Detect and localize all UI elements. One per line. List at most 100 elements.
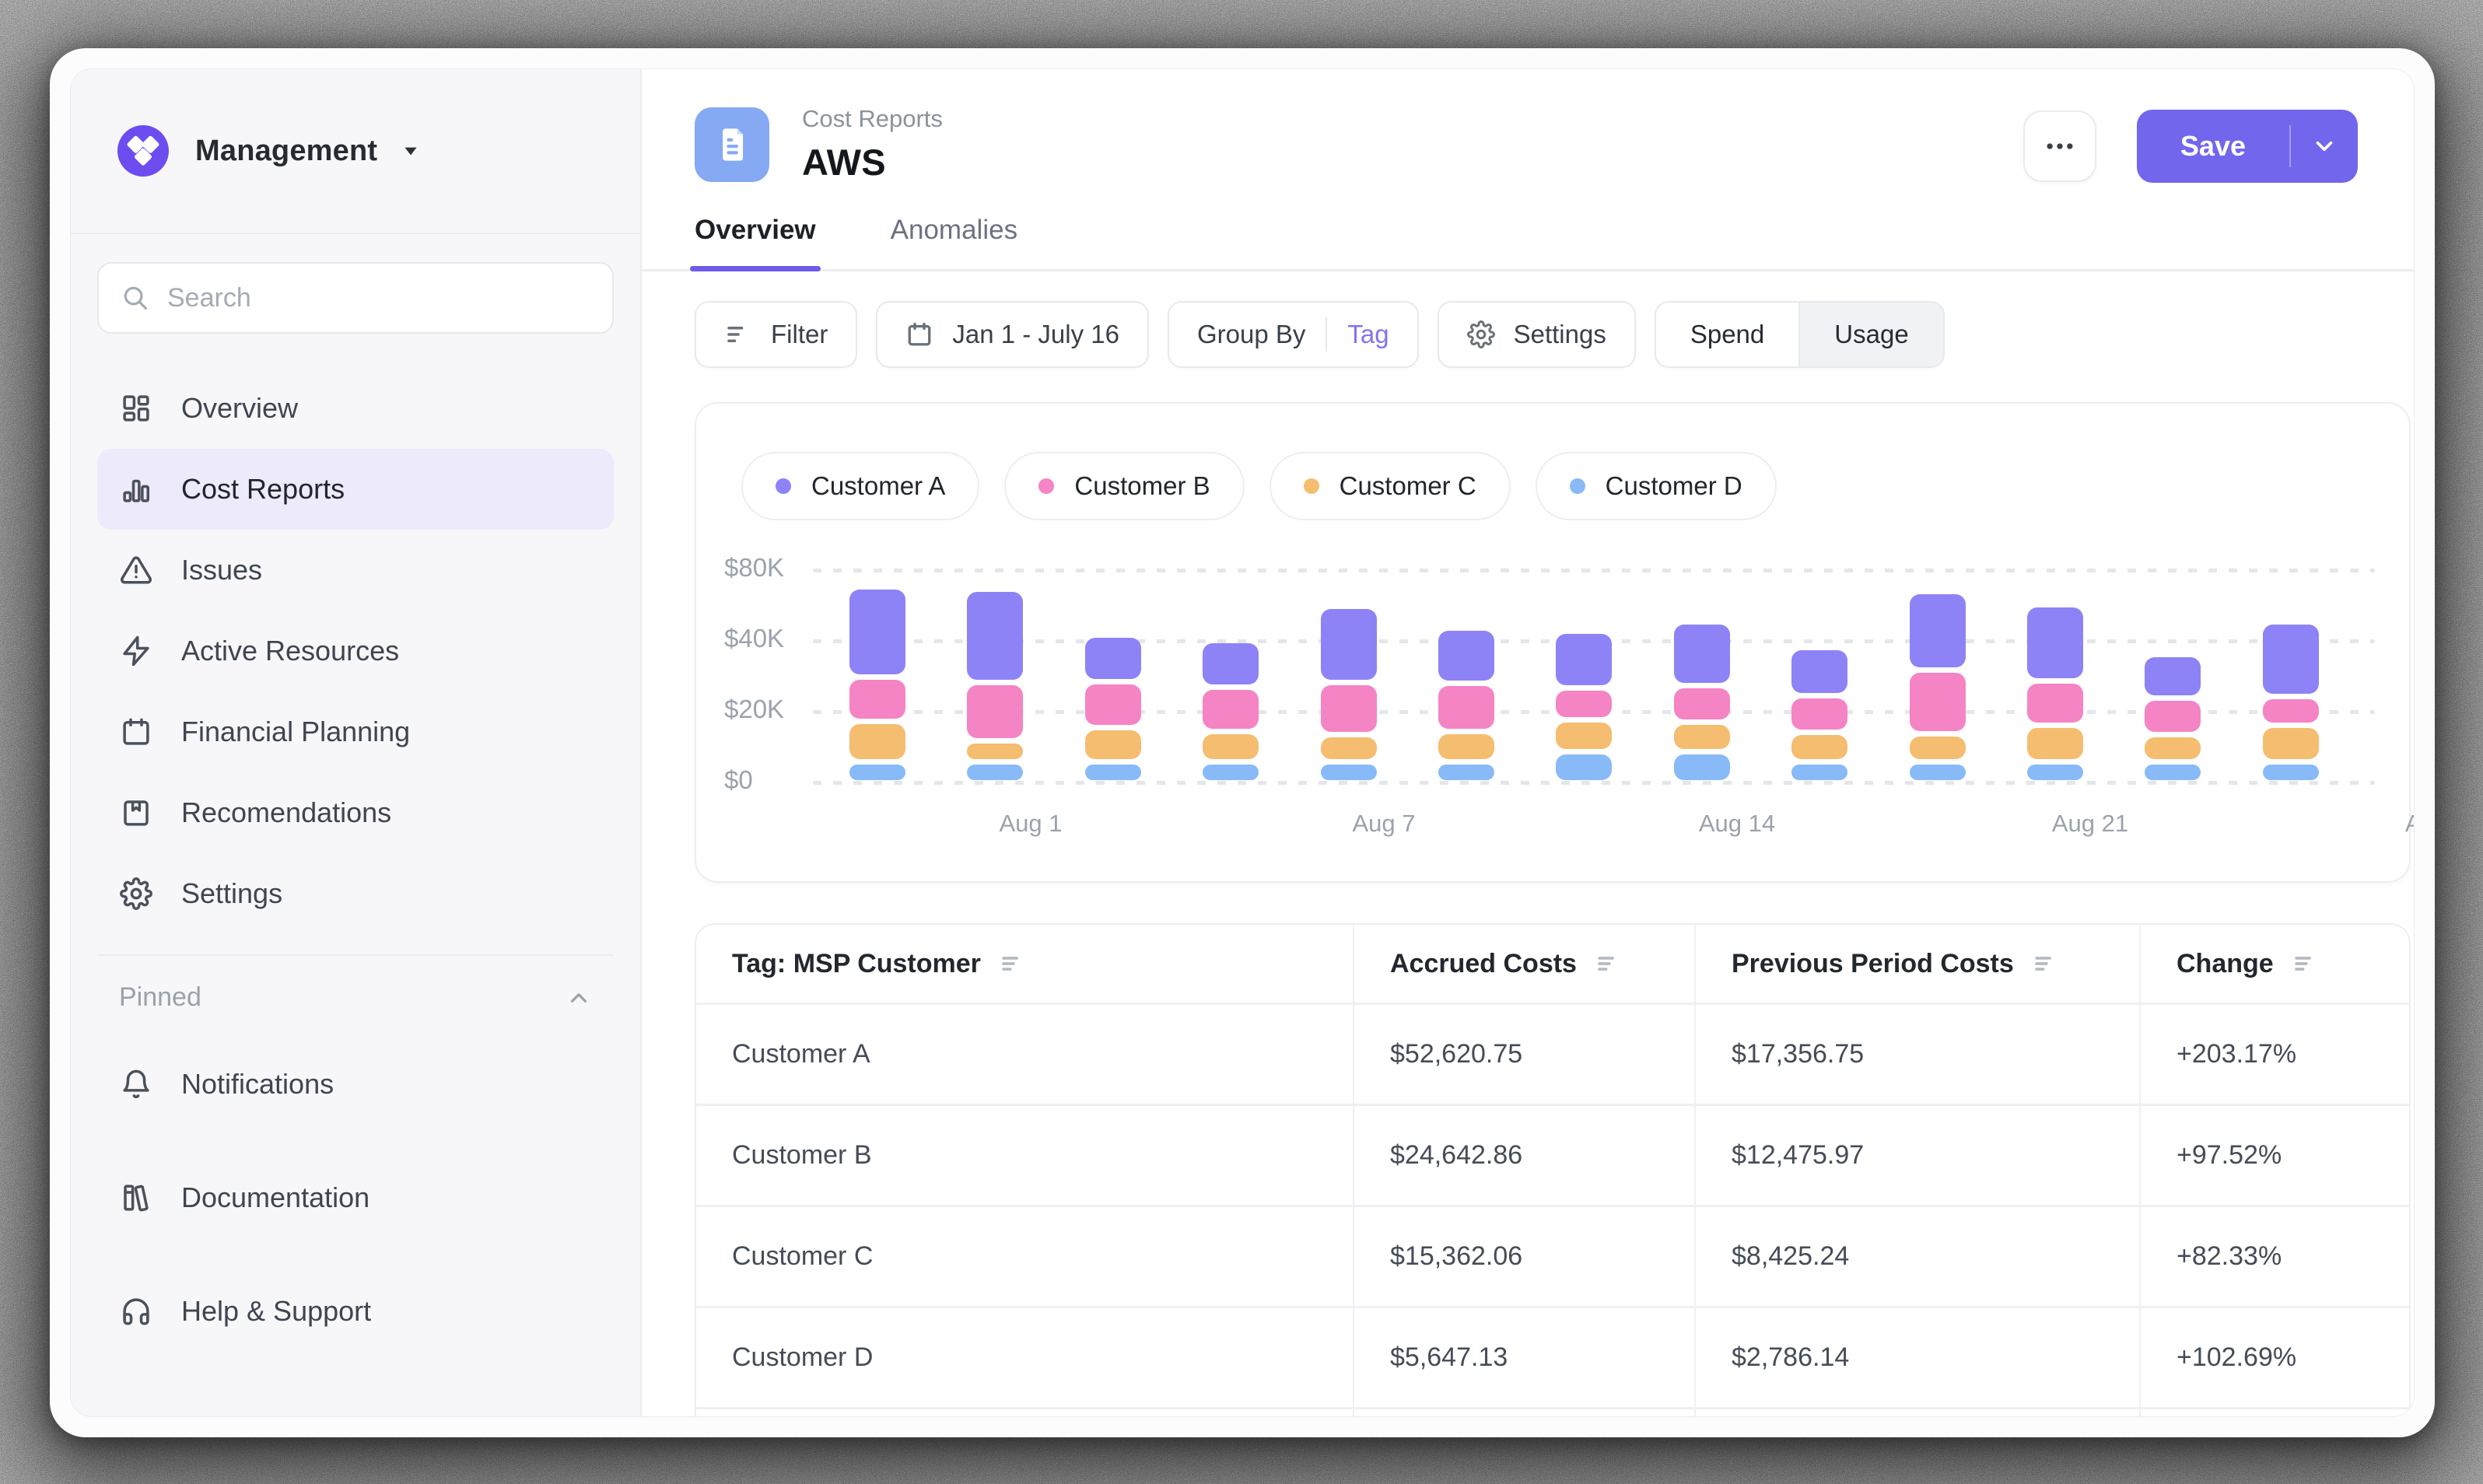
cell-customer-name: Customer B [696,1106,1354,1205]
bar-segment-customer-c [967,744,1023,759]
cell-change: +82.33% [2141,1207,2409,1306]
date-range-button[interactable]: Jan 1 - July 16 [876,301,1149,368]
chart-settings-button[interactable]: Settings [1438,301,1636,368]
sidebar-item-settings[interactable]: Settings [97,853,614,934]
column-header-label: Change [2177,949,2274,979]
filter-lines-icon [724,320,752,348]
search-input[interactable] [167,283,590,313]
bar-segment-customer-c [1791,735,1847,759]
stacked-bar [849,590,905,780]
column-header-change[interactable]: Change [2141,925,2409,1003]
sort-icon [2031,950,2057,977]
bar-segment-customer-a [2263,625,2319,694]
y-axis-label: $40K [724,624,790,653]
column-header-accrued[interactable]: Accrued Costs [1354,925,1696,1003]
tab-anomalies[interactable]: Anomalies [891,215,1017,269]
sidebar-item-recomendations[interactable]: Recomendations [97,772,614,853]
stacked-bar [1203,643,1259,780]
table-row[interactable]: Customer A $52,620.75 $17,356.75 +203.17… [696,1003,2409,1104]
toggle-option-spend[interactable]: Spend [1656,303,1798,366]
sidebar: Management Overview Cost Reports [71,69,642,1416]
spend-usage-toggle: Spend Usage [1655,301,1945,368]
column-header-tag[interactable]: Tag: MSP Customer [696,925,1354,1003]
bar-segment-customer-b [1791,698,1847,730]
table-row[interactable]: Customer D $5,647.13 $2,786.14 +102.69% [696,1306,2409,1407]
bar-segment-customer-d [1556,754,1612,780]
sidebar-item-label: Issues [181,554,262,586]
x-axis-label: Aug 28 [2358,810,2415,838]
calendar-icon [119,716,153,748]
bar-segment-customer-b [1556,691,1612,717]
search-icon [121,283,150,313]
workspace-switcher[interactable]: Management [71,69,640,234]
x-axis-label: Aug 21 [2005,810,2176,838]
bar-segment-customer-a [1085,638,1141,679]
y-axis-label: $0 [724,765,790,795]
bar-segment-customer-a [1203,643,1259,684]
headphones-icon [119,1295,153,1328]
bar-chart-icon [119,473,153,506]
gear-icon [119,877,153,910]
bar-segment-customer-a [849,590,905,674]
date-range-label: Jan 1 - July 16 [952,320,1119,349]
sidebar-item-financial-planning[interactable]: Financial Planning [97,691,614,772]
sidebar-item-label: Notifications [181,1068,334,1101]
pinned-section-toggle[interactable]: Pinned [97,954,614,1013]
group-by-button[interactable]: Group By Tag [1168,301,1419,368]
column-header-label: Tag: MSP Customer [732,949,981,979]
sidebar-nav: Overview Cost Reports Issues Active Reso… [97,368,614,934]
x-axis-label: Aug 7 [1298,810,1469,838]
tab-overview[interactable]: Overview [695,215,816,269]
report-document-icon [695,107,769,182]
sidebar-item-cost-reports[interactable]: Cost Reports [97,449,614,530]
table-row[interactable]: Customer B $24,642.86 $12,475.97 +97.52% [696,1104,2409,1205]
sidebar-item-issues[interactable]: Issues [97,530,614,611]
cell-previous-costs: $17,356.75 [1696,1005,2141,1104]
bar-segment-customer-c [1556,723,1612,749]
filter-label: Filter [771,320,828,349]
sidebar-item-overview[interactable]: Overview [97,368,614,449]
save-dropdown-toggle[interactable] [2291,110,2358,183]
table-row-partial [696,1407,2409,1417]
bar-segment-customer-d [2145,765,2201,780]
cell-change: +203.17% [2141,1005,2409,1104]
more-options-button[interactable] [2023,110,2096,182]
ellipsis-icon [2043,129,2077,163]
sidebar-item-label: Recomendations [181,796,391,829]
bar-segment-customer-d [1791,765,1847,780]
sidebar-item-notifications[interactable]: Notifications [97,1044,614,1125]
bar-segment-customer-c [2027,728,2083,759]
table-row[interactable]: Customer C $15,362.06 $8,425.24 +82.33% [696,1205,2409,1306]
cell-previous-costs: $12,475.97 [1696,1106,2141,1205]
chevron-up-icon [566,985,592,1011]
search-box [97,262,614,334]
bar-segment-customer-b [2027,684,2083,723]
cell-accrued-costs: $15,362.06 [1354,1207,1696,1306]
sidebar-item-documentation[interactable]: Documentation [97,1157,614,1238]
sidebar-item-label: Help & Support [181,1295,371,1328]
sidebar-item-help-support[interactable]: Help & Support [97,1271,614,1352]
pinned-list: Notifications Documentation Help & Suppo… [97,1044,614,1352]
bar-segment-customer-b [1910,673,1966,731]
stacked-bar [1910,594,1966,780]
cell-change: +97.52% [2141,1106,2409,1205]
legend-dot [776,478,791,494]
main-panel: Cost Reports AWS Save Overview Ano [642,69,2414,1416]
caret-down-icon [401,141,421,161]
cell-customer-name: Customer A [696,1005,1354,1104]
filter-button[interactable]: Filter [695,301,857,368]
bar-segment-customer-c [1674,725,1730,749]
bar-segment-customer-b [1085,684,1141,725]
gear-icon [1467,320,1495,348]
bar-segment-customer-c [849,724,905,759]
toggle-option-usage[interactable]: Usage [1798,303,1942,366]
column-header-label: Accrued Costs [1390,949,1577,979]
save-button[interactable]: Save [2137,110,2358,183]
bar-segment-customer-b [2263,699,2319,723]
bar-segment-customer-d [1085,765,1141,780]
bar-segment-customer-d [2263,765,2319,780]
bar-segment-customer-d [1203,765,1259,780]
page-header: Cost Reports AWS Save [642,69,2414,184]
sidebar-item-active-resources[interactable]: Active Resources [97,611,614,691]
column-header-previous[interactable]: Previous Period Costs [1696,925,2141,1003]
